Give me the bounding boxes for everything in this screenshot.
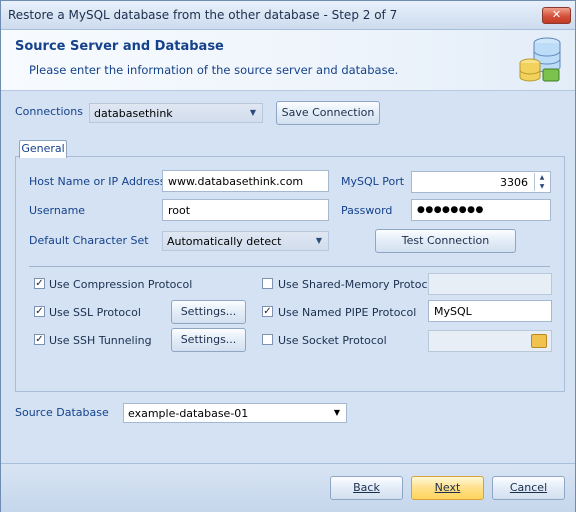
charset-dropdown[interactable]: Automatically detect ▼: [162, 231, 329, 251]
wizard-footer: Back Next Cancel: [1, 463, 575, 512]
next-button[interactable]: Next: [411, 476, 484, 500]
ssh-label: Use SSH Tunneling: [49, 334, 152, 347]
connections-label: Connections: [15, 105, 83, 118]
shared-memory-label: Use Shared-Memory Protocol: [278, 278, 438, 291]
password-value: ●●●●●●●●: [417, 205, 484, 215]
save-connection-button[interactable]: Save Connection: [276, 101, 380, 125]
folder-open-icon[interactable]: [531, 334, 547, 348]
page-subtitle: Please enter the information of the sour…: [29, 63, 399, 77]
shared-memory-checkbox[interactable]: [262, 278, 273, 289]
title-bar[interactable]: Restore a MySQL database from the other …: [1, 1, 575, 30]
charset-label: Default Character Set: [29, 234, 149, 247]
connections-dropdown[interactable]: databasethink ▼: [89, 103, 263, 123]
chevron-down-icon: ▼: [315, 236, 323, 245]
named-pipe-checkbox[interactable]: ✓: [262, 306, 273, 317]
charset-value: Automatically detect: [167, 235, 282, 248]
close-button[interactable]: ✕: [542, 7, 571, 24]
spin-down-icon[interactable]: ▼: [535, 182, 549, 191]
options-divider: [29, 266, 550, 267]
shared-memory-input[interactable]: [428, 273, 552, 295]
named-pipe-label: Use Named PIPE Protocol: [278, 306, 417, 319]
back-button[interactable]: Back: [330, 476, 403, 500]
source-database-value: example-database-01: [128, 407, 249, 420]
wizard-header: Source Server and Database Please enter …: [1, 30, 575, 91]
socket-checkbox[interactable]: [262, 334, 273, 345]
tab-general[interactable]: General: [19, 140, 67, 158]
host-label: Host Name or IP Address: [29, 175, 166, 188]
window-title: Restore a MySQL database from the other …: [8, 8, 398, 22]
password-input[interactable]: ●●●●●●●●: [411, 199, 551, 221]
ssl-settings-button[interactable]: Settings...: [171, 300, 246, 324]
wizard-window: Restore a MySQL database from the other …: [0, 0, 576, 512]
host-value: www.databasethink.com: [168, 175, 304, 188]
ssl-checkbox[interactable]: ✓: [34, 306, 45, 317]
source-database-label: Source Database: [15, 406, 109, 419]
ssl-label: Use SSL Protocol: [49, 306, 141, 319]
compression-label: Use Compression Protocol: [49, 278, 193, 291]
port-stepper[interactable]: 3306 ▲ ▼: [411, 171, 551, 193]
page-title: Source Server and Database: [15, 39, 224, 54]
port-spinner[interactable]: ▲ ▼: [534, 173, 549, 191]
compression-checkbox[interactable]: ✓: [34, 278, 45, 289]
cancel-button[interactable]: Cancel: [492, 476, 565, 500]
password-label: Password: [341, 204, 393, 217]
port-label: MySQL Port: [341, 175, 405, 188]
spin-up-icon[interactable]: ▲: [535, 173, 549, 182]
chevron-down-icon: ▼: [249, 108, 257, 117]
host-input[interactable]: www.databasethink.com: [162, 170, 329, 192]
close-icon: ✕: [551, 8, 562, 21]
username-input[interactable]: root: [162, 199, 329, 221]
chevron-down-icon: ▼: [333, 408, 341, 417]
ssh-settings-button[interactable]: Settings...: [171, 328, 246, 352]
cancel-label: Cancel: [509, 481, 548, 494]
named-pipe-value: MySQL: [434, 305, 472, 318]
port-value: 3306: [500, 176, 528, 189]
ssh-checkbox[interactable]: ✓: [34, 334, 45, 345]
test-connection-button[interactable]: Test Connection: [375, 229, 516, 253]
socket-input[interactable]: [428, 330, 552, 352]
database-icon: [519, 37, 561, 82]
next-label: Next: [434, 481, 461, 494]
connections-value: databasethink: [94, 107, 173, 120]
username-value: root: [168, 204, 191, 217]
source-database-dropdown[interactable]: example-database-01 ▼: [123, 403, 347, 423]
named-pipe-input[interactable]: MySQL: [428, 300, 552, 322]
socket-label: Use Socket Protocol: [278, 334, 387, 347]
back-label: Back: [353, 481, 380, 494]
username-label: Username: [29, 204, 86, 217]
